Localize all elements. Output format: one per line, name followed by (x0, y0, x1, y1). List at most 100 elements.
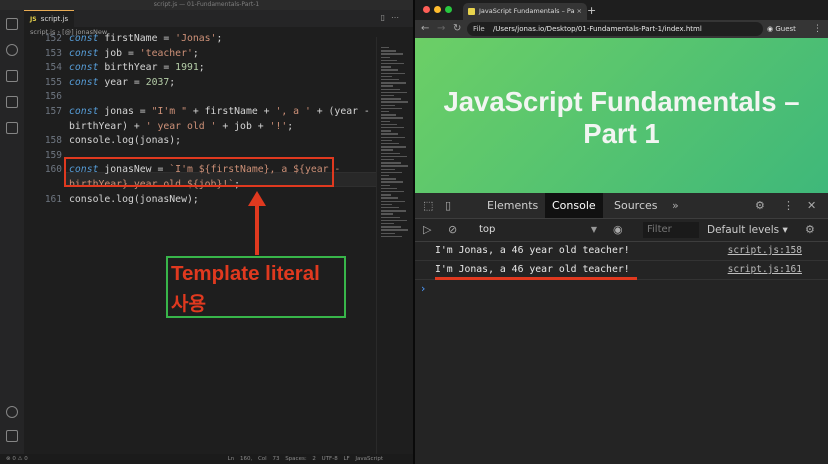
minimap-line (381, 149, 393, 151)
page-viewport: JavaScript Fundamentals – Part 1 (415, 38, 828, 193)
code-token: + (year - (310, 106, 370, 117)
log-levels-dropdown[interactable]: Default levels ▾ (707, 219, 788, 241)
devtools-menu-icon[interactable]: ⋮ (783, 199, 794, 212)
forward-icon[interactable]: → (437, 22, 445, 36)
editor-tab-bar: JS script.js ▯⋯ (24, 10, 413, 27)
code-token: ; (169, 76, 176, 88)
code-line: console.log(jonas); (69, 135, 181, 146)
code-token: 2037 (145, 76, 170, 88)
console-output: I'm Jonas, a 46 year old teacher! script… (415, 242, 828, 464)
extensions-icon[interactable] (6, 122, 18, 134)
code-line: console.log(jonasNew); (69, 194, 199, 205)
explorer-icon[interactable] (6, 18, 18, 30)
annotation-subtitle: 사용 (171, 293, 206, 315)
minimap-line (381, 101, 408, 103)
more-actions-icon[interactable]: ⋯ (391, 13, 405, 22)
minimap-line (381, 53, 403, 55)
code-token: const (69, 47, 105, 59)
tab-sources[interactable]: Sources (607, 193, 665, 218)
profile-button[interactable]: ◉ Guest (767, 22, 796, 36)
minimap-line (381, 165, 408, 167)
minimap-line (381, 155, 407, 158)
minimap-line (381, 111, 389, 113)
code-token: jonas = (104, 106, 152, 117)
console-source-link[interactable]: script.js:161 (728, 264, 802, 275)
close-window-button[interactable] (423, 6, 430, 13)
console-source-link[interactable]: script.js:158 (728, 245, 802, 256)
close-devtools-icon[interactable]: ✕ (807, 199, 816, 212)
more-tabs-icon[interactable]: » (672, 199, 679, 212)
code-token: year = (104, 76, 146, 88)
tab-script-js[interactable]: JS script.js (24, 10, 74, 27)
source-control-icon[interactable] (6, 70, 18, 82)
annotation-arrow (255, 205, 259, 255)
context-selector[interactable]: top ▼ (479, 223, 597, 237)
browser-tab-title: JavaScript Fundamentals – Pa (479, 7, 575, 15)
tab-console[interactable]: Console (545, 193, 603, 218)
line-number: 158 (44, 135, 62, 147)
browser-toolbar: ← → ↻ File /Users/jonas.io/Desktop/01-Fu… (415, 20, 828, 38)
favicon-icon (468, 8, 475, 15)
minimap[interactable] (376, 37, 413, 454)
console-filter-input[interactable]: Filter (643, 222, 699, 238)
minimize-window-button[interactable] (434, 6, 441, 13)
reload-icon[interactable]: ↻ (453, 22, 461, 36)
gear-icon[interactable] (6, 430, 18, 442)
minimap-line (381, 63, 404, 65)
js-file-icon: JS (30, 16, 37, 23)
problems-indicator[interactable]: ⊗ 0 ⚠ 0 (6, 454, 28, 464)
annotation-arrow-head (248, 191, 266, 206)
split-editor-icon[interactable]: ▯ (381, 13, 391, 22)
new-tab-button[interactable]: + (587, 3, 596, 18)
search-icon[interactable] (6, 44, 18, 56)
console-message: I'm Jonas, a 46 year old teacher! script… (415, 242, 828, 261)
minimap-line (381, 213, 393, 215)
minimap-line (381, 187, 397, 190)
clear-console-icon[interactable]: ⊘ (448, 223, 457, 236)
close-tab-icon[interactable]: × (577, 3, 582, 20)
back-icon[interactable]: ← (421, 22, 429, 36)
editor-status-info[interactable]: Ln 160, Col 73 Spaces: 2 UTF-8 LF JavaSc… (228, 454, 383, 464)
browser-tab[interactable]: JavaScript Fundamentals – Pa × (463, 3, 587, 20)
minimap-line (381, 69, 398, 71)
minimap-line (381, 59, 397, 62)
maximize-window-button[interactable] (445, 6, 452, 13)
page-heading: JavaScript Fundamentals – Part 1 (415, 86, 828, 150)
minimap-line (381, 171, 402, 174)
address-bar[interactable]: File /Users/jonas.io/Desktop/01-Fundamen… (467, 22, 763, 36)
minimap-line (381, 181, 403, 183)
editor-actions[interactable]: ▯⋯ (381, 13, 405, 22)
inspect-element-icon[interactable]: ⬚ (423, 199, 433, 212)
console-prompt[interactable]: › (421, 282, 425, 295)
status-bar: ⊗ 0 ⚠ 0 Ln 160, Col 73 Spaces: 2 UTF-8 L… (0, 454, 413, 464)
account-icon[interactable] (6, 406, 18, 418)
context-value: top (479, 224, 496, 235)
code-editor[interactable]: 152 const firstName = 'Jonas'; 153 const jo… (24, 33, 376, 454)
code-token: const (69, 62, 105, 74)
code-token: "I'm " (151, 106, 187, 117)
device-toolbar-icon[interactable]: ▯ (445, 199, 451, 212)
browser-tab-strip: JavaScript Fundamentals – Pa × + (415, 0, 828, 20)
minimap-line (381, 184, 390, 186)
settings-gear-icon[interactable]: ⚙ (755, 199, 765, 212)
minimap-line (381, 235, 402, 238)
sidebar-toggle-icon[interactable]: ▷ (423, 223, 431, 236)
minimap-line (381, 123, 397, 126)
minimap-line (381, 219, 407, 222)
line-number: 156 (44, 91, 62, 103)
console-settings-icon[interactable]: ⚙ (805, 223, 815, 236)
run-debug-icon[interactable] (6, 96, 18, 108)
annotation-title: Template literal (171, 262, 320, 285)
live-expression-eye-icon[interactable]: ◉ (613, 223, 623, 236)
minimap-line (381, 178, 396, 180)
code-token: console.log(jonasNew); (69, 193, 199, 205)
code-line: const year = 2037; (69, 77, 175, 88)
code-token: firstName = (104, 33, 176, 44)
window-title: script.js — 01-Fundamentals-Part-1 (0, 0, 413, 10)
chevron-down-icon: ▼ (590, 225, 597, 234)
minimap-line (381, 197, 398, 199)
tab-elements[interactable]: Elements (480, 193, 545, 218)
profile-label: Guest (775, 25, 796, 33)
minimap-line (381, 98, 401, 100)
browser-menu-icon[interactable]: ⋮ (813, 22, 822, 36)
